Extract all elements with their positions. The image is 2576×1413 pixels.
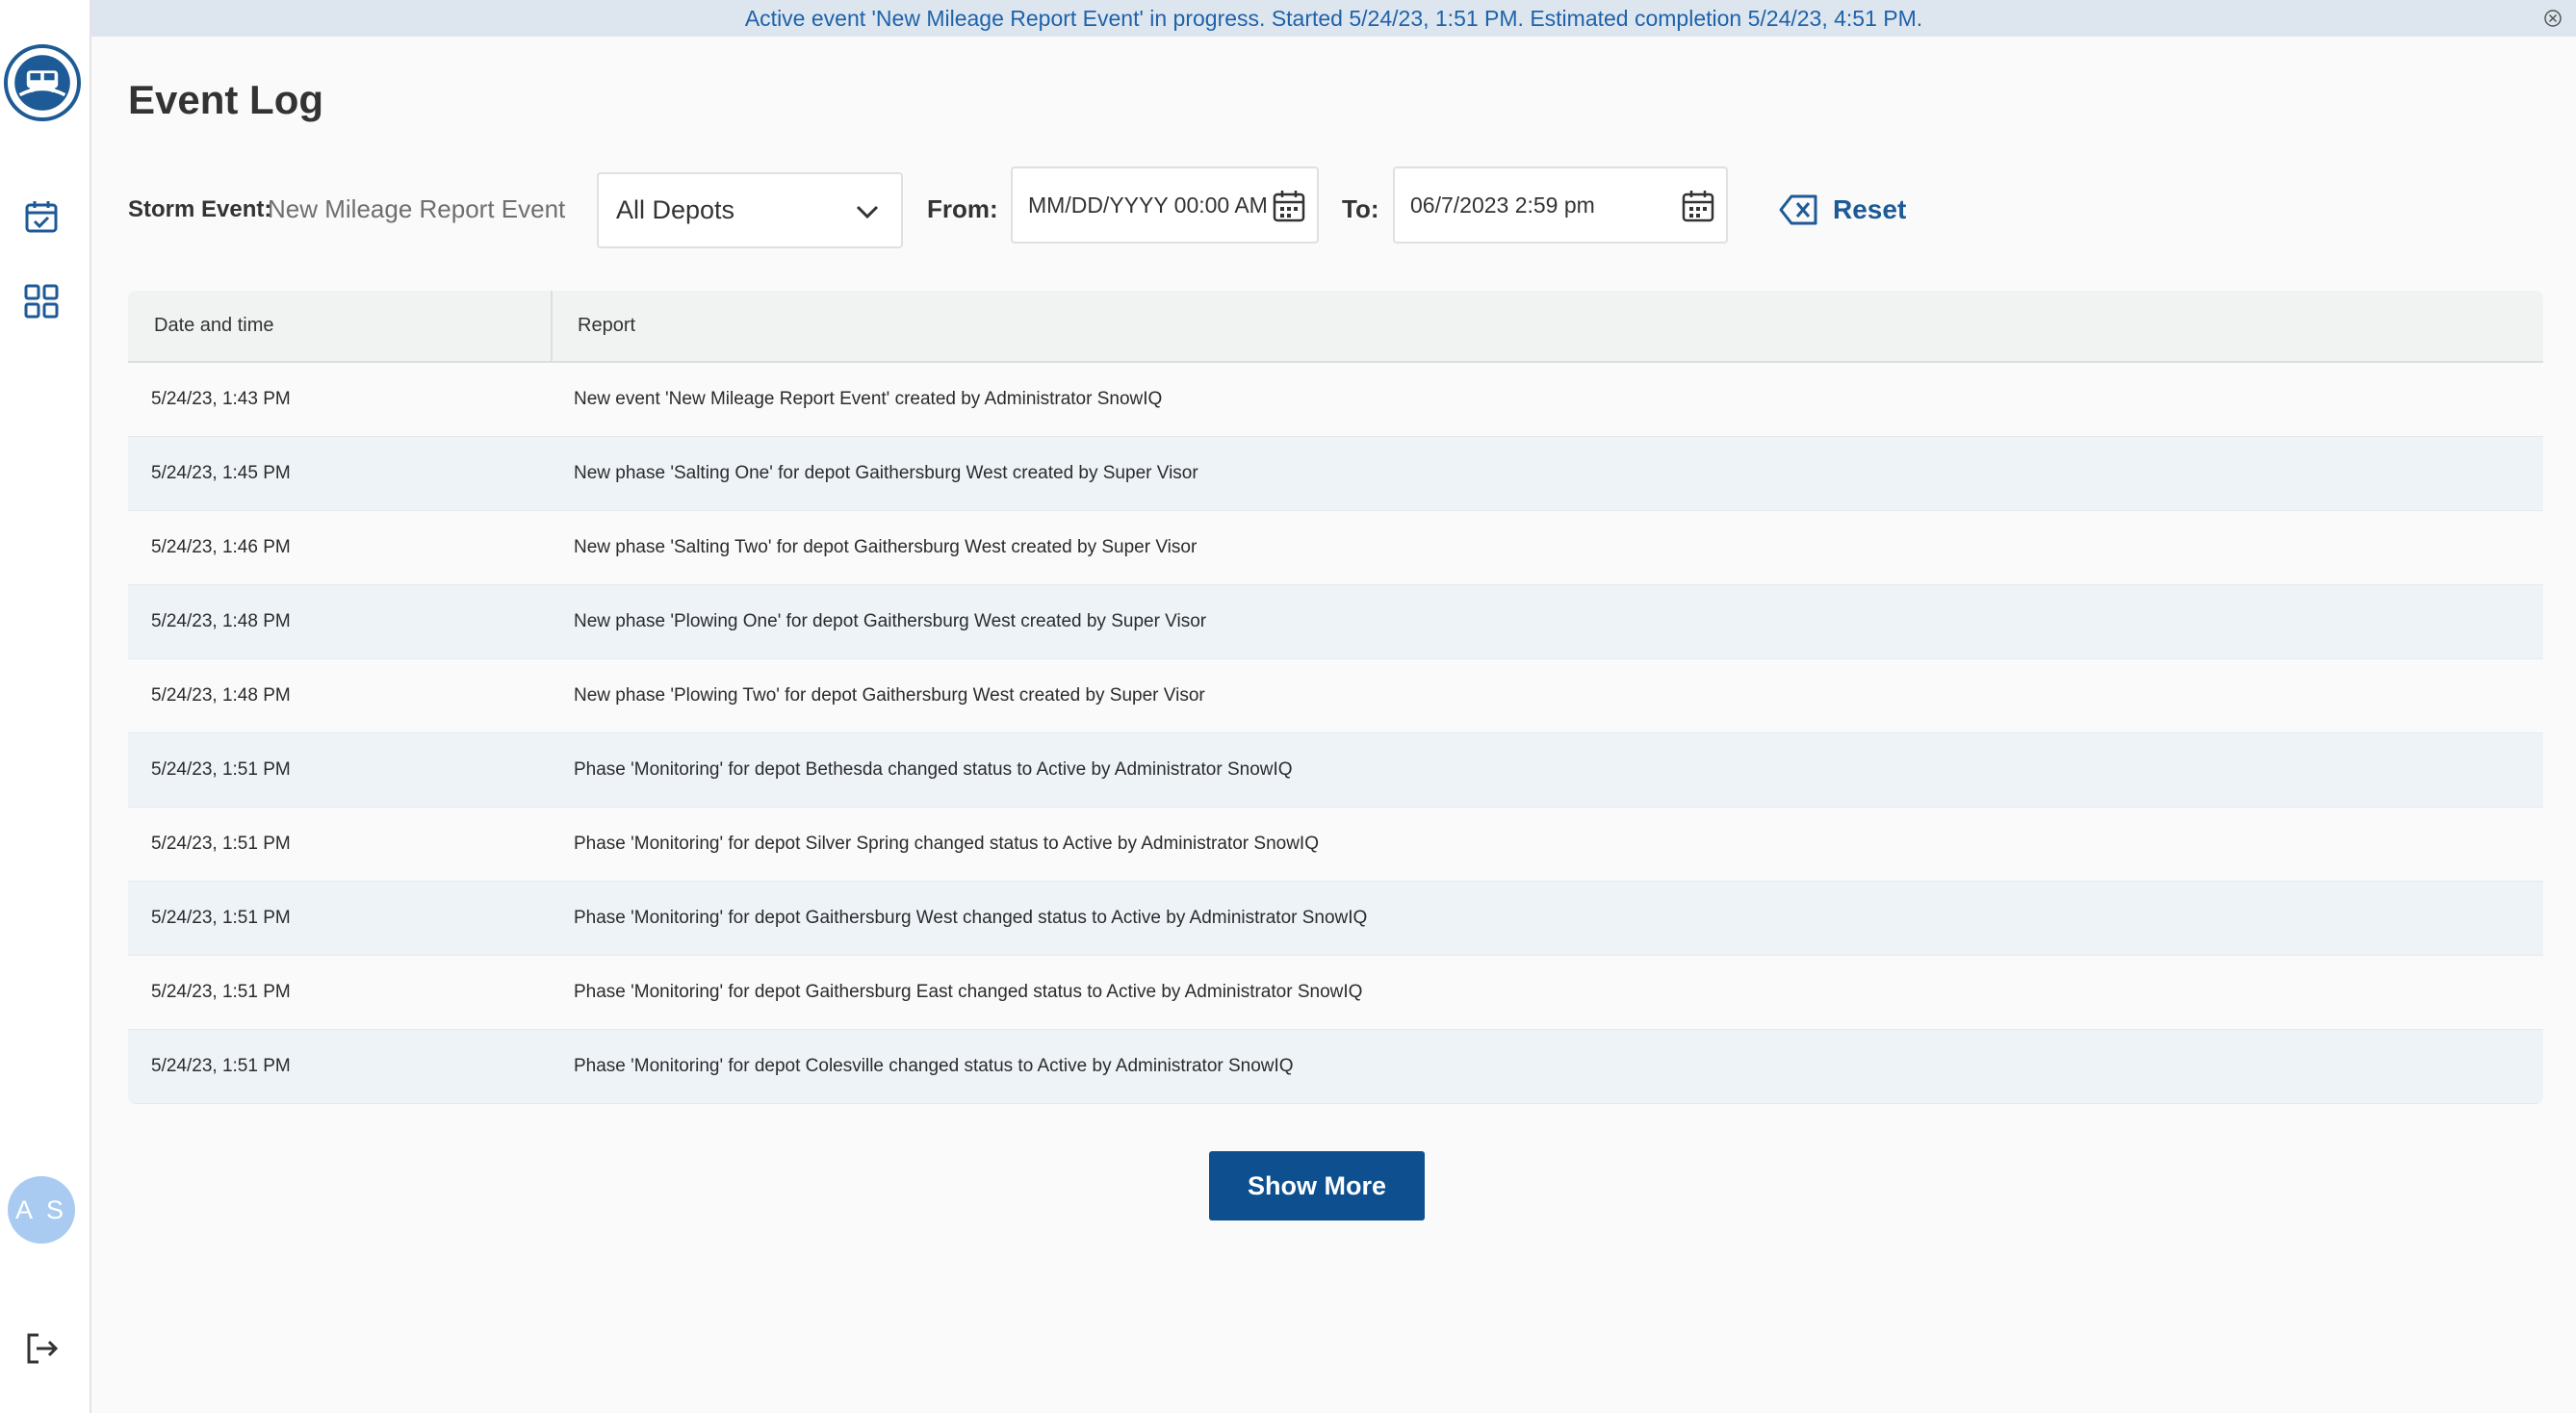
close-icon[interactable] xyxy=(2543,9,2563,28)
table-row: 5/24/23, 1:48 PM New phase 'Plowing Two' … xyxy=(128,659,2543,733)
row-datetime: 5/24/23, 1:51 PM xyxy=(151,759,291,780)
backspace-clear-icon xyxy=(1779,194,1817,225)
calendar-icon[interactable] xyxy=(1680,188,1716,224)
row-datetime: 5/24/23, 1:45 PM xyxy=(151,463,291,483)
to-date-field[interactable] xyxy=(1393,167,1728,244)
from-date-field[interactable] xyxy=(1011,167,1319,244)
table-row: 5/24/23, 1:43 PM New event 'New Mileage R… xyxy=(128,363,2543,437)
row-datetime: 5/24/23, 1:51 PM xyxy=(151,834,291,854)
calendar-icon[interactable] xyxy=(1271,188,1307,224)
column-header-report: Report xyxy=(578,315,636,336)
table-row: 5/24/23, 1:51 PM Phase 'Monitoring' for d… xyxy=(128,808,2543,882)
row-report: New event 'New Mileage Report Event' cre… xyxy=(574,389,1163,409)
table-row: 5/24/23, 1:51 PM Phase 'Monitoring' for d… xyxy=(128,733,2543,808)
row-datetime: 5/24/23, 1:51 PM xyxy=(151,908,291,928)
row-report: Phase 'Monitoring' for depot Gaithersbur… xyxy=(574,982,1363,1002)
row-report: Phase 'Monitoring' for depot Colesville … xyxy=(574,1056,1294,1076)
reset-label: Reset xyxy=(1833,194,1907,224)
table-row: 5/24/23, 1:51 PM Phase 'Monitoring' for d… xyxy=(128,1030,2543,1104)
row-report: New phase 'Plowing One' for depot Gaithe… xyxy=(574,611,1207,631)
storm-event-value: New Mileage Report Event xyxy=(268,194,566,223)
table-row: 5/24/23, 1:48 PM New phase 'Plowing One' … xyxy=(128,585,2543,659)
from-label: From: xyxy=(927,194,998,223)
table-row: 5/24/23, 1:51 PM Phase 'Monitoring' for d… xyxy=(128,956,2543,1030)
row-datetime: 5/24/23, 1:51 PM xyxy=(151,1056,291,1076)
banner-message: Active event 'New Mileage Report Event' … xyxy=(744,5,1923,31)
row-report: Phase 'Monitoring' for depot Gaithersbur… xyxy=(574,908,1368,928)
row-datetime: 5/24/23, 1:46 PM xyxy=(151,537,291,557)
chevron-down-icon xyxy=(856,205,879,219)
to-label: To: xyxy=(1342,194,1379,223)
snowplow-logo-icon xyxy=(14,55,70,111)
row-report: New phase 'Salting One' for depot Gaithe… xyxy=(574,463,1198,483)
table-row: 5/24/23, 1:46 PM New phase 'Salting Two' … xyxy=(128,511,2543,585)
show-more-button[interactable]: Show More xyxy=(1209,1151,1425,1220)
table-row: 5/24/23, 1:45 PM New phase 'Salting One' … xyxy=(128,437,2543,511)
table-row: 5/24/23, 1:51 PM Phase 'Monitoring' for d… xyxy=(128,882,2543,956)
storm-event-label: Storm Event: xyxy=(128,196,272,222)
from-date-input[interactable] xyxy=(1028,192,1278,218)
user-avatar[interactable]: A S xyxy=(8,1176,75,1244)
calendar-check-icon[interactable] xyxy=(21,196,62,237)
row-report: New phase 'Salting Two' for depot Gaithe… xyxy=(574,537,1198,557)
logout-icon[interactable] xyxy=(21,1328,62,1369)
page-title: Event Log xyxy=(128,77,324,122)
row-datetime: 5/24/23, 1:43 PM xyxy=(151,389,291,409)
app-logo[interactable] xyxy=(4,44,81,121)
row-report: New phase 'Plowing Two' for depot Gaithe… xyxy=(574,685,1205,706)
row-datetime: 5/24/23, 1:48 PM xyxy=(151,685,291,706)
row-report: Phase 'Monitoring' for depot Bethesda ch… xyxy=(574,759,1293,780)
depot-select[interactable]: All Depots xyxy=(597,172,903,248)
row-report: Phase 'Monitoring' for depot Silver Spri… xyxy=(574,834,1319,854)
dashboard-grid-icon[interactable] xyxy=(21,281,62,321)
row-datetime: 5/24/23, 1:51 PM xyxy=(151,982,291,1002)
event-log-table: Date and time Report 5/24/23, 1:43 PM New… xyxy=(128,291,2543,1104)
table-header: Date and time Report xyxy=(128,291,2543,363)
sidebar: A S xyxy=(0,0,91,1413)
table-body: 5/24/23, 1:43 PM New event 'New Mileage R… xyxy=(128,363,2543,1104)
row-datetime: 5/24/23, 1:48 PM xyxy=(151,611,291,631)
depot-select-value: All Depots xyxy=(616,195,735,224)
active-event-banner: Active event 'New Mileage Report Event' … xyxy=(91,0,2576,37)
column-header-date: Date and time xyxy=(128,291,553,361)
to-date-input[interactable] xyxy=(1410,192,1661,218)
reset-button[interactable]: Reset xyxy=(1779,189,1906,231)
